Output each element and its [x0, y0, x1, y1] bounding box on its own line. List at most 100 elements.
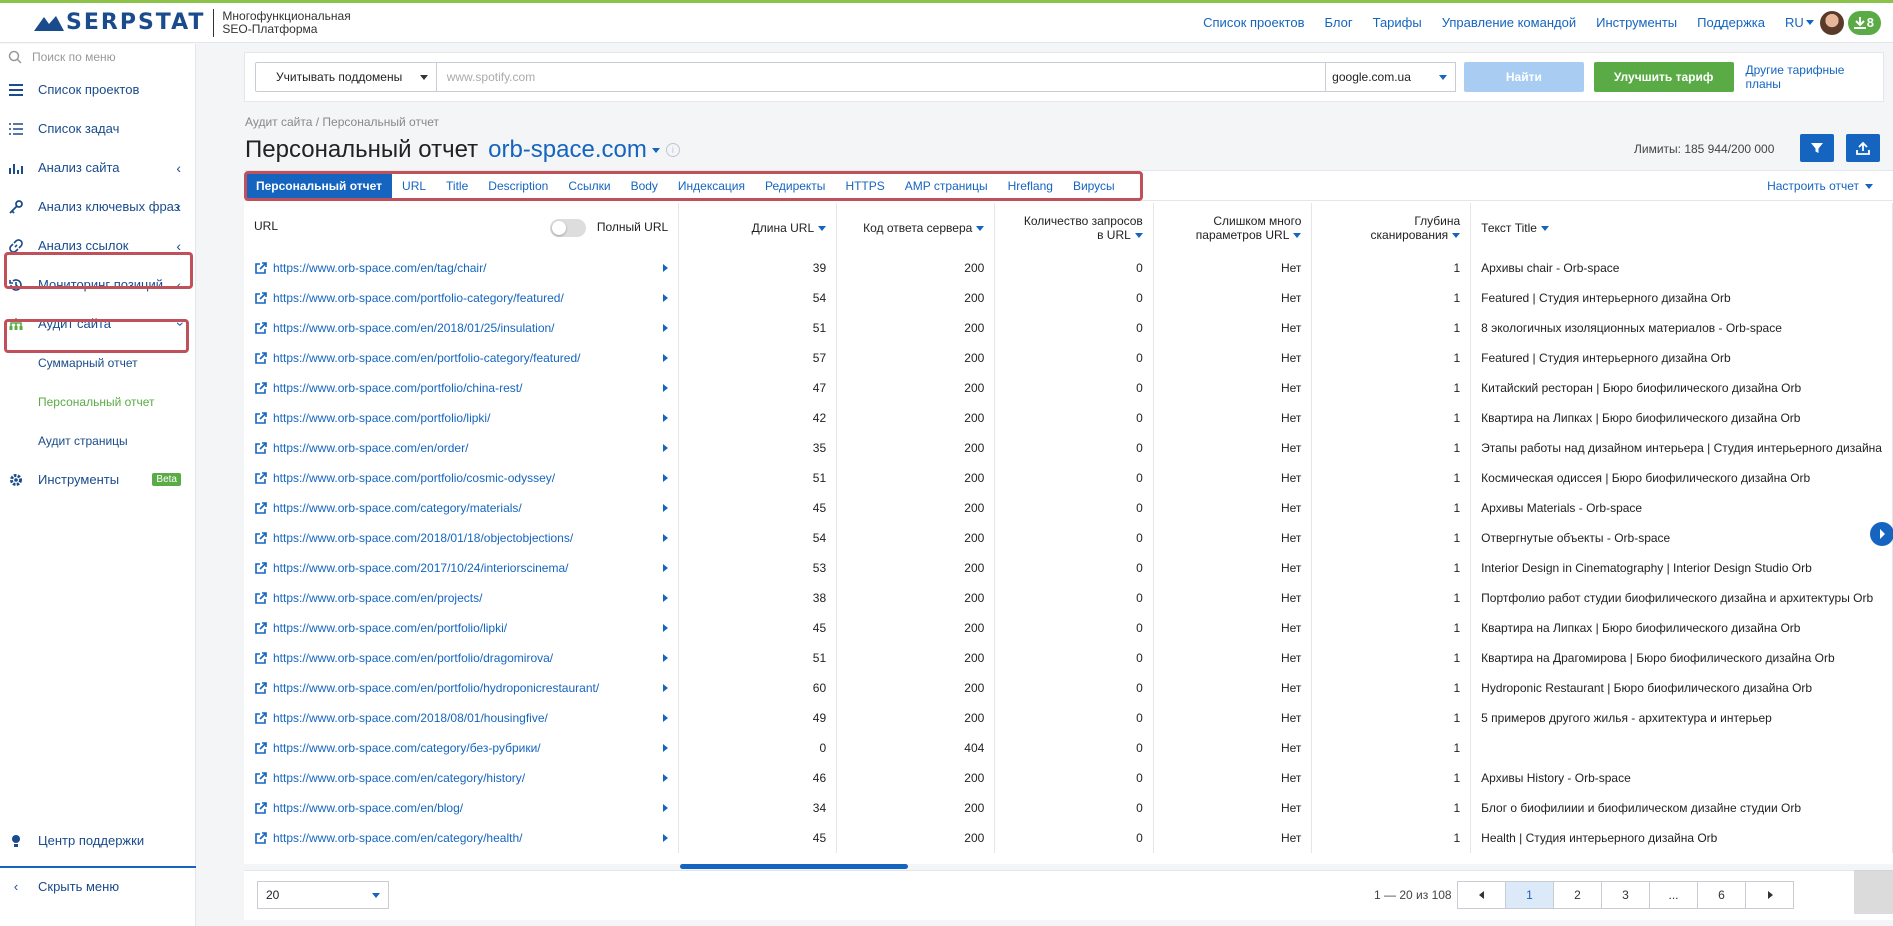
page-button[interactable]: 2 [1553, 881, 1602, 909]
url-link[interactable]: https://www.orb-space.com/2018/08/01/hou… [254, 711, 669, 725]
expand-arrow-icon[interactable] [663, 744, 669, 752]
export-button[interactable] [1846, 134, 1880, 162]
expand-arrow-icon[interactable] [663, 444, 669, 452]
nav-projects[interactable]: Список проектов [1203, 15, 1304, 30]
url-link[interactable]: https://www.orb-space.com/2017/10/24/int… [254, 561, 669, 575]
page-button[interactable]: 1 [1505, 881, 1554, 909]
scroll-right-button[interactable] [1870, 522, 1893, 546]
search-engine-select[interactable]: google.com.ua [1326, 62, 1456, 92]
tab-description[interactable]: Description [478, 174, 558, 198]
url-link[interactable]: https://www.orb-space.com/portfolio/cosm… [254, 471, 669, 485]
full-url-toggle[interactable] [549, 219, 586, 237]
hide-menu-button[interactable]: ‹ Скрыть меню [0, 868, 196, 895]
sidebar-sub-summary[interactable]: Суммарный отчет [0, 343, 195, 382]
url-link[interactable]: https://www.orb-space.com/category/mater… [254, 501, 669, 515]
expand-arrow-icon[interactable] [663, 804, 669, 812]
nav-blog[interactable]: Блог [1325, 15, 1353, 30]
page-button[interactable]: 3 [1601, 881, 1650, 909]
url-link[interactable]: https://www.orb-space.com/en/portfolio/h… [254, 681, 669, 695]
nav-support[interactable]: Поддержка [1697, 15, 1765, 30]
sidebar-item-keywords[interactable]: Анализ ключевых фраз ‹ [0, 187, 195, 226]
support-center-link[interactable]: Центр поддержки [0, 821, 196, 860]
sidebar-item-projects[interactable]: Список проектов [0, 70, 195, 109]
url-link[interactable]: https://www.orb-space.com/en/category/he… [254, 831, 669, 845]
url-link[interactable]: https://www.orb-space.com/2018/01/18/obj… [254, 531, 669, 545]
tab-redirects[interactable]: Редиректы [755, 174, 835, 198]
sidebar-item-tools[interactable]: Инструменты Beta [0, 460, 195, 499]
page-button[interactable]: 6 [1697, 881, 1746, 909]
filter-button[interactable] [1800, 134, 1834, 162]
url-link[interactable]: https://www.orb-space.com/category/без-р… [254, 741, 669, 755]
expand-arrow-icon[interactable] [663, 324, 669, 332]
sidebar-item-rank-tracking[interactable]: Мониторинг позиций ‹ [0, 265, 195, 304]
per-page-select[interactable]: 20 [257, 881, 389, 909]
language-selector[interactable]: RU [1785, 15, 1814, 30]
subdomains-select[interactable]: Учитывать поддомены [255, 62, 437, 92]
expand-arrow-icon[interactable] [663, 474, 669, 482]
expand-arrow-icon[interactable] [663, 534, 669, 542]
col-status[interactable]: Код ответа сервера [836, 203, 996, 253]
tab-personal-report[interactable]: Персональный отчет [246, 173, 393, 198]
configure-report-button[interactable]: Настроить отчет [1767, 179, 1873, 193]
expand-arrow-icon[interactable] [663, 834, 669, 842]
tab-https[interactable]: HTTPS [835, 174, 894, 198]
horizontal-scrollbar[interactable] [680, 864, 908, 869]
url-link[interactable]: https://www.orb-space.com/en/category/hi… [254, 771, 669, 785]
expand-arrow-icon[interactable] [663, 384, 669, 392]
expand-arrow-icon[interactable] [663, 564, 669, 572]
col-too-many-params[interactable]: Слишком много параметров URL [1153, 203, 1313, 253]
col-params[interactable]: Количество запросов в URL [994, 203, 1154, 253]
prev-page-button[interactable] [1457, 881, 1506, 909]
url-link[interactable]: https://www.orb-space.com/portfolio-cate… [254, 291, 669, 305]
col-depth[interactable]: Глубина сканирования [1311, 203, 1472, 253]
sidebar-item-site-analysis[interactable]: Анализ сайта ‹ [0, 148, 195, 187]
sidebar-sub-personal[interactable]: Персональный отчет [0, 382, 195, 421]
url-link[interactable]: https://www.orb-space.com/en/portfolio/l… [254, 621, 669, 635]
expand-arrow-icon[interactable] [663, 774, 669, 782]
expand-arrow-icon[interactable] [663, 264, 669, 272]
chevron-down-icon[interactable] [651, 147, 660, 153]
next-page-button[interactable] [1745, 881, 1794, 909]
nav-tools[interactable]: Инструменты [1596, 15, 1677, 30]
sidebar-item-site-audit[interactable]: Аудит сайта ‹ [0, 304, 195, 343]
upgrade-plan-button[interactable]: Улучшить тариф [1593, 62, 1734, 92]
downloads-badge[interactable]: 8 [1847, 10, 1881, 35]
url-link[interactable]: https://www.orb-space.com/en/blog/ [254, 801, 669, 815]
expand-arrow-icon[interactable] [663, 684, 669, 692]
chat-widget-icon[interactable] [1854, 870, 1893, 914]
tab-url[interactable]: URL [392, 174, 436, 198]
avatar[interactable] [1819, 10, 1844, 35]
url-link[interactable]: https://www.orb-space.com/en/portfolio-c… [254, 351, 669, 365]
url-link[interactable]: https://www.orb-space.com/en/projects/ [254, 591, 669, 605]
url-link[interactable]: https://www.orb-space.com/en/order/ [254, 441, 669, 455]
url-link[interactable]: https://www.orb-space.com/en/2018/01/25/… [254, 321, 669, 335]
find-button[interactable]: Найти [1463, 62, 1584, 92]
col-url-length[interactable]: Длина URL [678, 203, 838, 253]
tab-links[interactable]: Ссылки [558, 174, 620, 198]
url-link[interactable]: https://www.orb-space.com/portfolio/lipk… [254, 411, 669, 425]
sidebar-item-tasks[interactable]: Список задач [0, 109, 195, 148]
expand-arrow-icon[interactable] [663, 354, 669, 362]
sidebar-sub-page-audit[interactable]: Аудит страницы [0, 421, 195, 460]
tab-title[interactable]: Title [436, 174, 478, 198]
serpstat-logo[interactable]: SERPSTAT Многофункциональная SEO-Платфор… [34, 8, 351, 37]
menu-search[interactable]: Поиск по меню [0, 44, 195, 70]
domain-selector[interactable]: orb-space.com [488, 136, 647, 164]
expand-arrow-icon[interactable] [663, 714, 669, 722]
expand-arrow-icon[interactable] [663, 294, 669, 302]
nav-pricing[interactable]: Тарифы [1373, 15, 1422, 30]
nav-team[interactable]: Управление командой [1442, 15, 1576, 30]
expand-arrow-icon[interactable] [663, 414, 669, 422]
url-link[interactable]: https://www.orb-space.com/en/tag/chair/ [254, 261, 669, 275]
info-icon[interactable]: i [665, 143, 680, 157]
tab-hreflang[interactable]: Hreflang [998, 174, 1063, 198]
other-plans-link[interactable]: Другие тарифные планы [1746, 63, 1884, 91]
expand-arrow-icon[interactable] [663, 594, 669, 602]
tab-amp[interactable]: AMP страницы [895, 174, 998, 198]
tab-body[interactable]: Body [621, 174, 668, 198]
url-link[interactable]: https://www.orb-space.com/en/portfolio/d… [254, 651, 669, 665]
tab-viruses[interactable]: Вирусы [1063, 174, 1125, 198]
tab-indexing[interactable]: Индексация [668, 174, 755, 198]
domain-input[interactable]: www.spotify.com [436, 62, 1327, 92]
url-link[interactable]: https://www.orb-space.com/portfolio/chin… [254, 381, 669, 395]
